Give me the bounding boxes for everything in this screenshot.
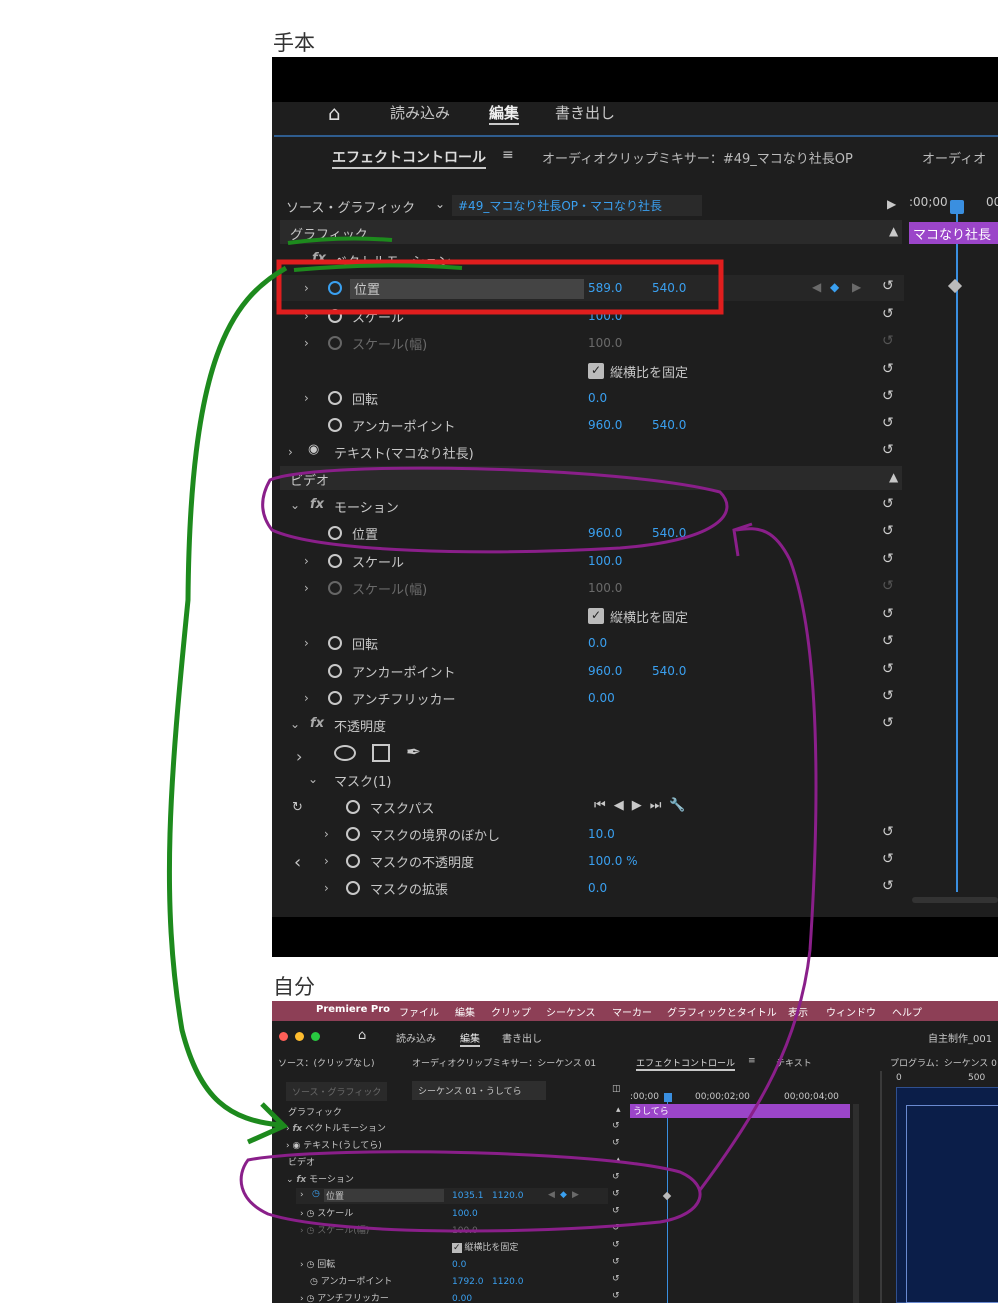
purple-connector bbox=[698, 527, 818, 1191]
red-highlight-box bbox=[276, 259, 724, 315]
green-arrow bbox=[166, 265, 288, 1128]
purple-circle-bottom bbox=[239, 1150, 702, 1233]
comparison-image: 手本 自分 ⌂ 読み込み 編集 書き出し エフェクトコントロール ≡ オーディオ… bbox=[0, 0, 998, 1303]
annotation-overlay bbox=[166, 236, 818, 1233]
green-underline-vector bbox=[293, 263, 463, 272]
purple-circle-top bbox=[261, 466, 729, 554]
green-underline-graphic bbox=[287, 236, 393, 245]
